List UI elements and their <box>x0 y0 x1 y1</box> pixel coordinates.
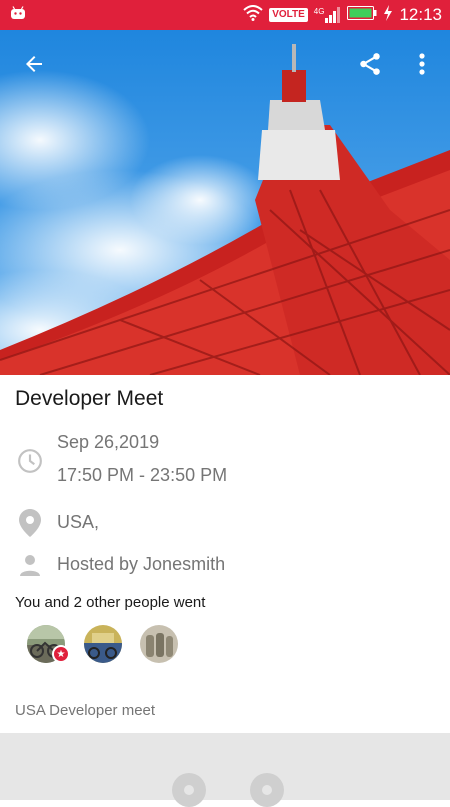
map-marker-icon <box>250 773 284 807</box>
event-date: Sep 26,2019 <box>57 432 160 452</box>
event-description: USA Developer meet <box>15 702 156 719</box>
back-button[interactable] <box>16 48 52 84</box>
more-options-button[interactable] <box>404 48 440 84</box>
event-location: USA, <box>57 512 100 532</box>
clock-time: 12:13 <box>399 5 442 24</box>
star-badge-icon: ★ <box>52 645 70 663</box>
wifi-icon <box>243 4 263 26</box>
event-host: Hosted by Jonesmith <box>57 554 226 574</box>
arrow-left-icon <box>22 52 46 80</box>
signal-icon: 4G <box>314 7 342 23</box>
event-title: Developer Meet <box>15 387 164 410</box>
clock-icon <box>17 448 43 478</box>
attendance-text: You and 2 other people went <box>15 594 206 611</box>
android-icon <box>10 5 26 25</box>
event-hero-image <box>0 30 450 375</box>
status-bar: VOLTE 4G 12:13 <box>0 0 450 30</box>
volte-badge: VOLTE <box>269 8 308 22</box>
attendee-avatar-3[interactable] <box>140 625 178 663</box>
more-vert-icon <box>419 53 425 79</box>
attendee-avatar-2[interactable] <box>84 625 122 663</box>
share-button[interactable] <box>352 48 388 84</box>
map-marker-icon <box>172 773 206 807</box>
share-icon <box>357 51 383 81</box>
event-time-range: 17:50 PM - 23:50 PM <box>57 465 228 485</box>
location-pin-icon <box>19 509 41 541</box>
person-icon <box>18 553 42 581</box>
map-preview[interactable] <box>0 733 450 807</box>
charging-icon <box>383 4 393 26</box>
battery-icon <box>347 5 377 25</box>
